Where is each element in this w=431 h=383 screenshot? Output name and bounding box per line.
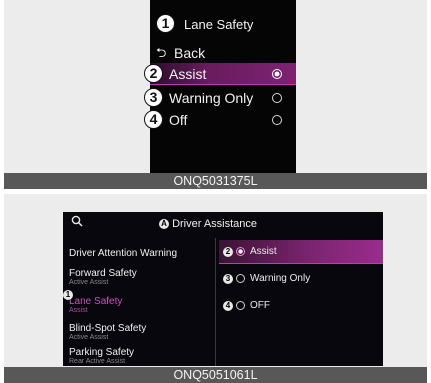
- menu-item-label: Blind-Spot Safety: [69, 323, 147, 334]
- option-assist[interactable]: 2 Assist: [144, 63, 296, 85]
- option-label: Warning Only: [250, 273, 311, 284]
- menu-item-sublabel: Active Assist: [69, 279, 109, 286]
- callout-2: 2: [223, 247, 233, 257]
- menu-item-parking-safety[interactable]: Parking Safety Rear Active Assist: [69, 347, 219, 366]
- callout-4: 4: [223, 301, 233, 311]
- menu-item-sublabel: Assist: [69, 307, 88, 314]
- option-assist[interactable]: 2 Assist: [219, 240, 383, 264]
- option-label: Assist: [250, 246, 277, 257]
- option-label: Assist: [169, 66, 207, 82]
- screen-title: Lane Safety: [184, 17, 254, 32]
- back-arrow-icon: ⮌: [156, 45, 167, 60]
- callout-1: 1: [63, 290, 73, 300]
- callout-a: A: [159, 219, 169, 230]
- radio-unselected-icon: [272, 93, 282, 103]
- figure-1: 1 Lane Safety ⮌ Back 2 Assist 3 Warning …: [4, 0, 427, 189]
- back-label: Back: [174, 45, 206, 61]
- radio-unselected-icon: [236, 301, 245, 310]
- figure-2: A Driver Assistance Driver Attention War…: [4, 194, 427, 383]
- menu-item-label: Parking Safety: [69, 347, 135, 358]
- menu-item-label: Forward Safety: [69, 268, 137, 279]
- callout-2: 2: [144, 64, 163, 83]
- lane-safety-screen: 1 Lane Safety ⮌ Back 2 Assist 3 Warning …: [144, 0, 296, 173]
- option-label: OFF: [250, 300, 270, 311]
- option-off[interactable]: 4 Off: [144, 109, 296, 131]
- option-label: Off: [169, 112, 188, 128]
- option-label: Warning Only: [169, 90, 254, 106]
- screen-title-row: 1 Lane Safety: [150, 12, 296, 38]
- back-button[interactable]: ⮌ Back: [150, 42, 296, 64]
- menu-item-sublabel: Rear Active Assist: [69, 358, 126, 365]
- radio-selected-icon: [236, 247, 245, 256]
- column-divider: [215, 238, 216, 366]
- option-warning-only[interactable]: 3 Warning Only: [219, 267, 383, 291]
- option-off[interactable]: 4 OFF: [219, 294, 383, 318]
- menu-item-forward-safety[interactable]: Forward Safety Active Assist: [69, 268, 219, 287]
- header-title-group: A Driver Assistance: [159, 218, 257, 230]
- callout-3: 3: [223, 274, 233, 284]
- menu-item-sublabel: Active Assist: [69, 334, 109, 341]
- radio-unselected-icon: [272, 115, 282, 125]
- menu-item-label: Lane Safety: [69, 296, 123, 307]
- menu-item-label: Driver Attention Warning: [69, 248, 178, 259]
- radio-unselected-icon: [236, 274, 245, 283]
- driver-assistance-screen: A Driver Assistance Driver Attention War…: [63, 212, 383, 366]
- menu-item-driver-attention-warning[interactable]: Driver Attention Warning: [69, 248, 219, 259]
- menu-item-blind-spot-safety[interactable]: Blind-Spot Safety Active Assist: [69, 323, 219, 342]
- callout-4: 4: [144, 110, 163, 129]
- option-warning-only[interactable]: 3 Warning Only: [144, 87, 296, 109]
- figure-caption: ONQ5031375L: [4, 173, 427, 189]
- header-title: Driver Assistance: [172, 218, 258, 230]
- search-icon[interactable]: [71, 215, 83, 230]
- callout-3: 3: [144, 88, 163, 107]
- screen-header: A Driver Assistance: [63, 212, 383, 238]
- figure-caption: ONQ5051061L: [4, 367, 427, 383]
- radio-selected-icon: [272, 69, 282, 79]
- callout-1: 1: [156, 14, 175, 33]
- menu-item-lane-safety[interactable]: 1 Lane Safety Assist: [63, 290, 219, 315]
